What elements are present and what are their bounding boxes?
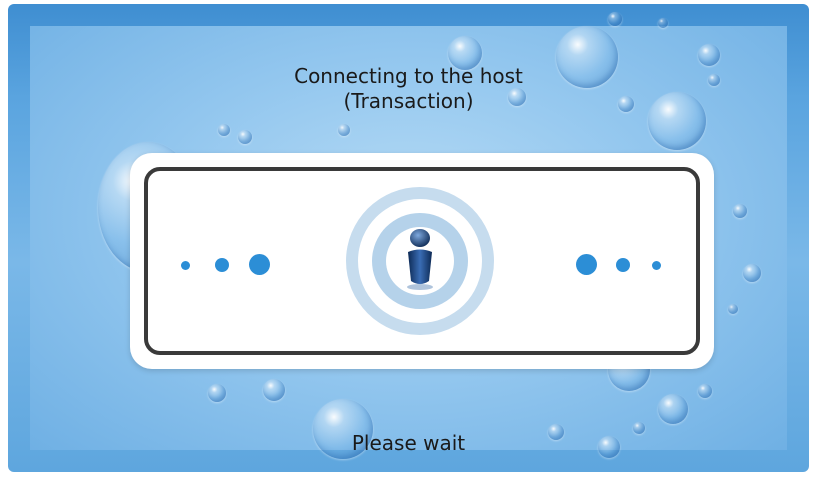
water-droplet [338, 124, 350, 136]
title-line-1: Connecting to the host [294, 64, 523, 88]
progress-dot-right-large [576, 254, 597, 275]
status-title: Connecting to the host (Transaction) [8, 64, 809, 114]
progress-dot-right-medium [616, 258, 630, 272]
water-droplet [218, 124, 230, 136]
progress-dot-left-medium [215, 258, 229, 272]
water-droplet [733, 204, 747, 218]
water-droplet [238, 130, 252, 144]
water-droplet [608, 12, 622, 26]
water-droplet [743, 264, 761, 282]
water-droplet [263, 379, 285, 401]
progress-dot-right-small [652, 261, 661, 270]
water-droplet [728, 304, 738, 314]
please-wait-text: Please wait [351, 431, 466, 455]
water-droplet [658, 18, 668, 28]
water-droplet [698, 384, 712, 398]
water-droplet [208, 384, 226, 402]
title-line-2: (Transaction) [343, 89, 474, 113]
progress-dot-left-small [181, 261, 190, 270]
person-icon [346, 187, 494, 335]
water-droplet [698, 44, 720, 66]
progress-dot-left-large [249, 254, 270, 275]
water-droplet [658, 394, 688, 424]
